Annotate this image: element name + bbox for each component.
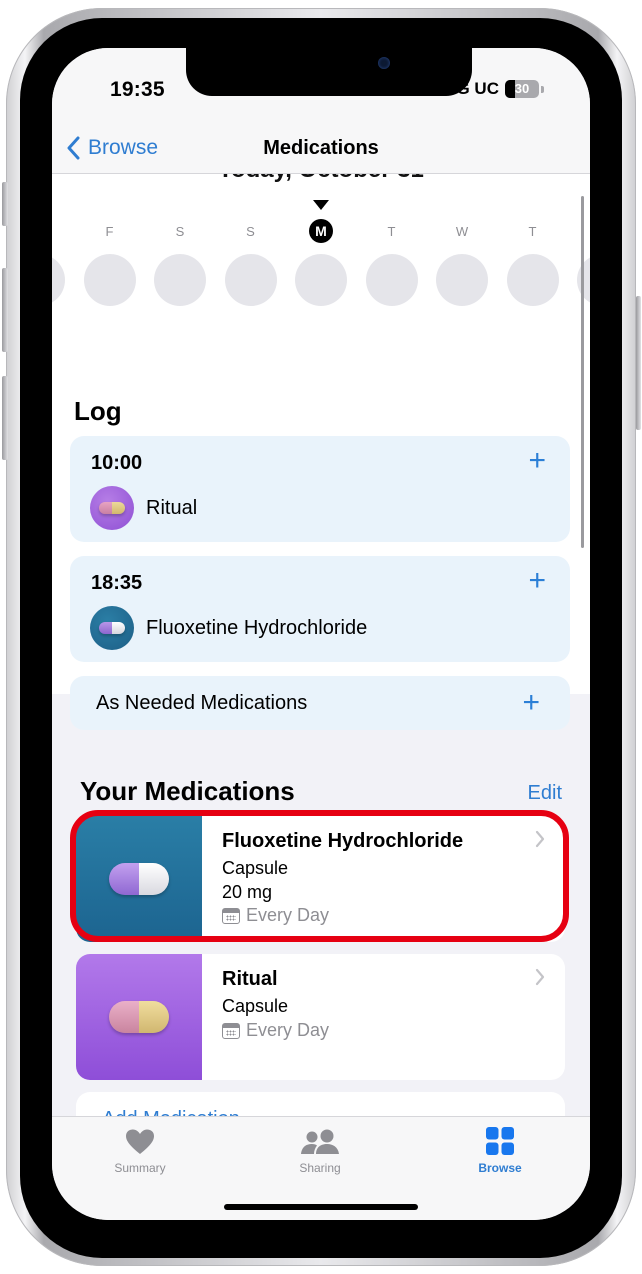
plus-icon[interactable]: + [522,688,540,718]
your-medications-heading: Your Medications [80,776,295,806]
chevron-left-icon [67,136,80,160]
status-time: 19:35 [110,78,165,101]
day-letter[interactable]: W [450,224,474,239]
chevron-right-icon [535,968,545,986]
tab-summary[interactable]: Summary [80,1127,200,1175]
calendar-icon [222,1022,240,1039]
power-button [636,296,641,430]
grid-icon [440,1127,560,1155]
teal-capsule-icon [76,816,202,942]
as-needed-label: As Needed Medications [96,692,308,714]
selected-day-letter[interactable]: M [309,219,333,243]
day-progress-circle[interactable] [436,254,488,306]
heart-icon [80,1127,200,1155]
scrollbar[interactable] [581,196,584,548]
medication-name: Fluoxetine Hydrochloride [222,830,464,852]
day-progress-circle[interactable] [52,254,65,306]
log-entry-time: 18:35 [91,572,143,594]
battery-percent: 30 [514,81,530,96]
day-letter[interactable]: T [380,224,404,239]
back-button[interactable]: Browse [66,136,158,160]
date-header: Today, October 31 [52,174,590,184]
volume-up-button [2,268,8,352]
day-letter[interactable]: F [98,224,122,239]
scroll-content[interactable]: Today, October 31 F S S M T W T Log 10:00 + Ri… [52,174,590,1158]
day-progress-circle[interactable] [154,254,206,306]
medication-form: Capsule [222,858,289,878]
log-entry-time: 10:00 [91,452,143,474]
volume-down-button [2,376,8,460]
day-progress-circle[interactable] [506,254,559,306]
notch [186,48,472,96]
day-progress-circle[interactable] [83,254,136,306]
teal-pill-icon [90,606,134,650]
back-label: Browse [88,136,159,159]
silent-switch [2,182,8,226]
log-entry-medication-name: Ritual [146,496,198,519]
purple-pill-icon [90,486,134,530]
medication-form: Capsule [222,996,289,1016]
battery-tip [541,85,544,93]
chevron-right-icon [535,830,545,848]
front-camera [378,57,390,69]
log-entry-medication: Ritual [90,486,197,530]
screen: 19:35 5G UC 30 Browse Medications Today,… [52,48,590,1220]
day-progress-circle[interactable] [295,254,347,306]
tab-sharing[interactable]: Sharing [260,1127,380,1175]
log-entry-medication-name: Fluoxetine Hydrochloride [146,616,368,639]
medication-schedule-label: Every Day [246,905,330,925]
home-indicator[interactable] [224,1204,418,1210]
tab-label: Sharing [299,1161,341,1175]
medication-schedule: Every Day [222,905,329,926]
day-progress-circle[interactable] [365,254,418,306]
purple-capsule-icon [76,954,202,1080]
navigation-bar: Browse Medications [52,128,590,174]
log-entry[interactable]: 10:00 + Ritual [70,436,570,542]
calendar-icon [222,907,240,924]
day-progress-circle[interactable] [224,254,277,306]
day-letter[interactable]: S [168,224,192,239]
selected-day-pointer-icon [313,200,329,210]
plus-icon[interactable]: + [528,566,546,596]
medication-strength: 20 mg [222,882,273,902]
tab-browse[interactable]: Browse [440,1127,560,1175]
log-entry[interactable]: 18:35 + Fluoxetine Hydrochloride [70,556,570,662]
day-letter[interactable]: S [239,224,263,239]
medication-name: Ritual [222,968,278,990]
medication-schedule: Every Day [222,1020,329,1041]
people-icon [260,1127,380,1155]
week-day-letters: FSSMTWT [52,219,590,244]
log-entry-medication: Fluoxetine Hydrochloride [90,606,367,650]
edit-button[interactable]: Edit [528,782,562,805]
plus-icon[interactable]: + [528,446,546,476]
day-letter[interactable]: T [521,224,545,239]
medication-card-ritual[interactable]: Ritual Capsule Every Day [76,954,565,1080]
battery-icon: 30 [505,80,539,98]
your-medications-section: Your Medications Edit Fluoxetine Hydroch… [52,744,590,1158]
as-needed-medications-row[interactable]: As Needed Medications + [70,676,570,730]
schedule-section: Today, October 31 F S S M T W T Log 10:00 + Ri… [52,174,590,730]
log-heading: Log [74,396,122,426]
medication-card-fluoxetine[interactable]: Fluoxetine Hydrochloride Capsule 20 mg E… [76,816,565,942]
tab-label: Browse [478,1161,522,1175]
tab-label: Summary [114,1161,166,1175]
medication-schedule-label: Every Day [246,1020,330,1040]
